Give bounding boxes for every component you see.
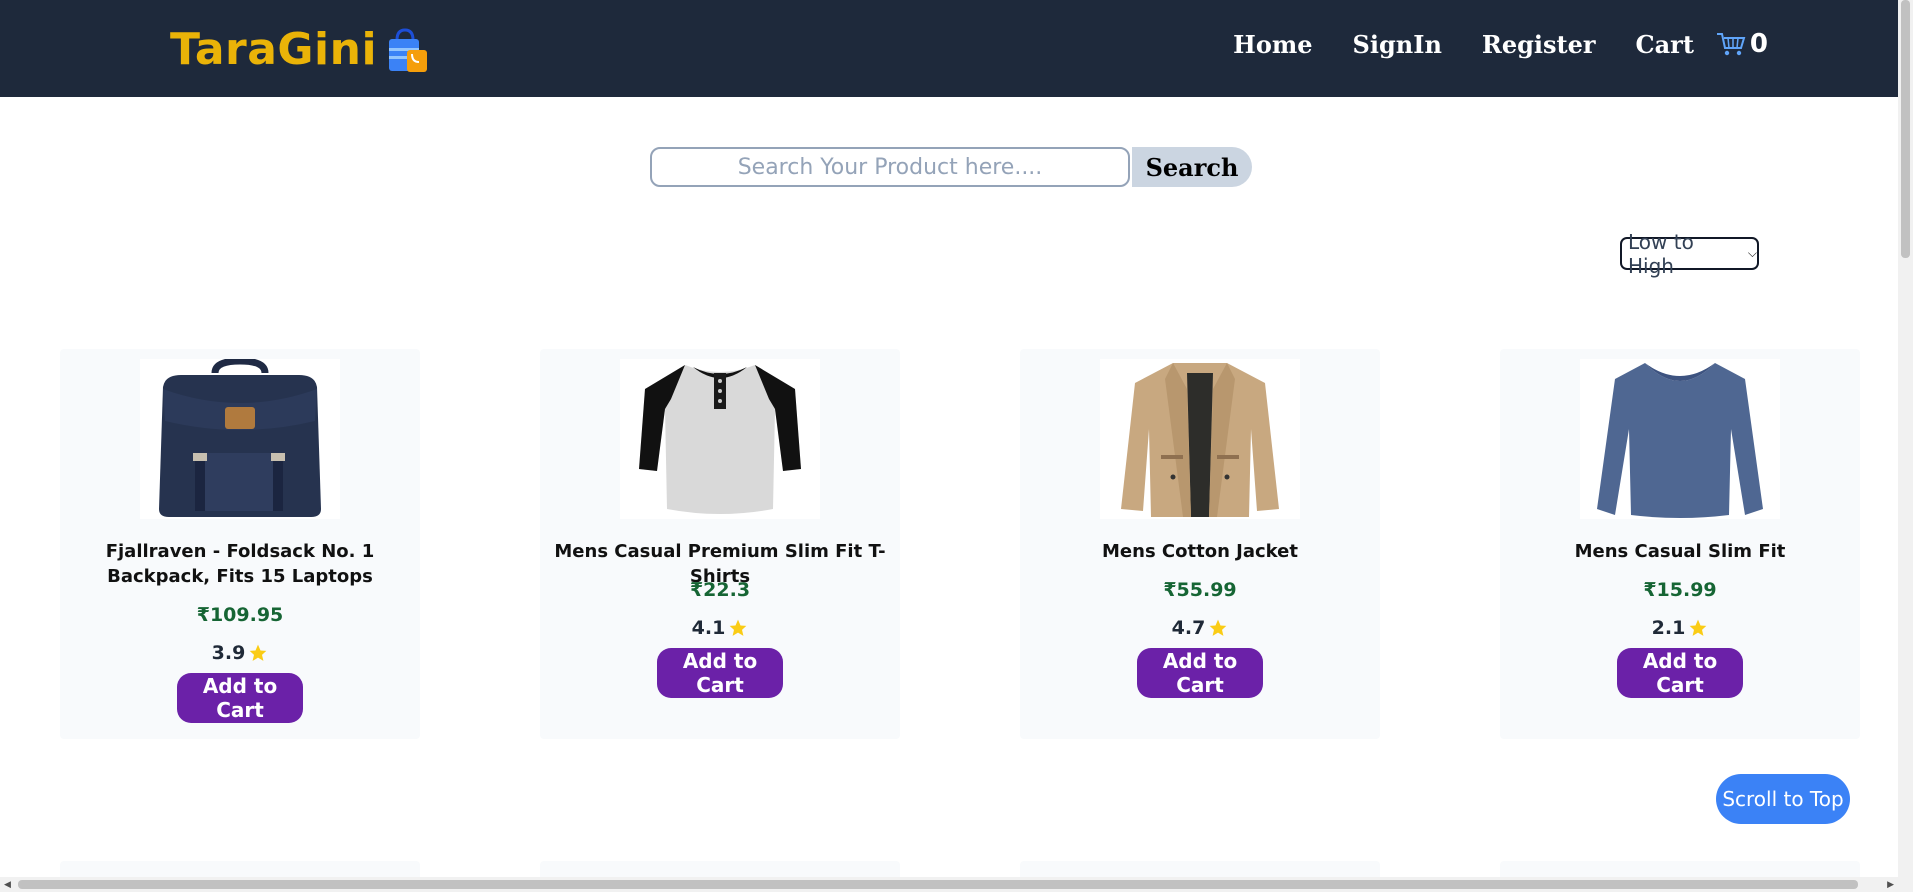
tshirt-image — [639, 365, 801, 514]
scroll-left-icon[interactable]: ◀ — [4, 879, 11, 890]
rating-value: 4.7 — [1171, 617, 1206, 639]
product-image[interactable] — [620, 359, 820, 519]
rating-value: 3.9 — [211, 642, 246, 664]
product-price: ₹55.99 — [1163, 579, 1237, 601]
product-price: ₹22.3 — [689, 579, 751, 601]
product-card: Mens Cotton Jacket ₹55.99 4.7 Add to Car… — [1020, 349, 1380, 739]
scroll-to-top-button[interactable]: Scroll to Top — [1716, 774, 1850, 824]
horizontal-scrollbar[interactable]: ◀ ▶ — [0, 877, 1898, 892]
add-to-cart-button[interactable]: Add to Cart — [177, 673, 303, 723]
rating-value: 2.1 — [1651, 617, 1686, 639]
product-price: ₹109.95 — [196, 604, 284, 626]
product-image[interactable] — [1100, 359, 1300, 519]
product-image[interactable] — [140, 359, 340, 519]
product-price: ₹15.99 — [1643, 579, 1717, 601]
search-bar: Search — [650, 147, 1252, 187]
add-to-cart-button[interactable]: Add to Cart — [1617, 648, 1743, 698]
nav-cart[interactable]: Cart — [1636, 30, 1694, 59]
longsleeve-image — [1597, 363, 1763, 518]
product-image[interactable] — [1580, 359, 1780, 519]
add-to-cart-button[interactable]: Add to Cart — [657, 648, 783, 698]
product-rating: 2.1 — [1500, 617, 1860, 639]
search-input[interactable] — [650, 147, 1130, 187]
horizontal-scrollbar-thumb[interactable] — [18, 880, 1858, 889]
product-rating: 4.1 — [540, 617, 900, 639]
nav-register[interactable]: Register — [1482, 30, 1596, 59]
chevron-down-icon: ⌵ — [1747, 246, 1757, 260]
product-rating: 3.9 — [60, 642, 420, 664]
cart-count: 0 — [1749, 29, 1768, 59]
star-icon — [729, 619, 747, 636]
star-icon — [1209, 619, 1227, 636]
star-icon — [249, 644, 267, 661]
product-card: Fjallraven - Foldsack No. 1 Backpack, Fi… — [60, 349, 420, 739]
product-title[interactable]: Mens Casual Slim Fit — [1510, 539, 1850, 564]
cart-indicator[interactable]: 0 — [1716, 29, 1768, 59]
shopping-bag-icon — [389, 27, 428, 72]
main-nav: Home SignIn Register Cart 0 — [1193, 24, 1768, 64]
nav-home[interactable]: Home — [1233, 30, 1312, 59]
backpack-image — [159, 359, 321, 517]
navbar: TaraGini Home SignIn Register Cart 0 — [0, 0, 1898, 97]
sort-selected-value: Low to High — [1628, 229, 1694, 278]
search-button[interactable]: Search — [1132, 147, 1252, 187]
shopping-cart-icon — [1716, 33, 1746, 56]
rating-value: 4.1 — [691, 617, 726, 639]
vertical-scrollbar[interactable] — [1898, 0, 1913, 892]
product-rating: 4.7 — [1020, 617, 1380, 639]
add-to-cart-button[interactable]: Add to Cart — [1137, 648, 1263, 698]
vertical-scrollbar-thumb[interactable] — [1901, 0, 1910, 258]
product-title[interactable]: Mens Cotton Jacket — [1030, 539, 1370, 564]
star-icon — [1689, 619, 1707, 636]
product-card: Mens Casual Premium Slim Fit T-Shirts ₹2… — [540, 349, 900, 739]
product-card: Mens Casual Slim Fit ₹15.99 2.1 Add to C… — [1500, 349, 1860, 739]
sort-select[interactable]: Low to High ⌵ — [1620, 230, 1759, 278]
nav-signin[interactable]: SignIn — [1353, 30, 1442, 59]
product-title[interactable]: Fjallraven - Foldsack No. 1 Backpack, Fi… — [70, 539, 410, 589]
logo[interactable]: TaraGini — [170, 24, 431, 75]
scroll-right-icon[interactable]: ▶ — [1887, 879, 1894, 890]
logo-text: TaraGini — [170, 24, 378, 75]
jacket-image — [1121, 363, 1279, 517]
